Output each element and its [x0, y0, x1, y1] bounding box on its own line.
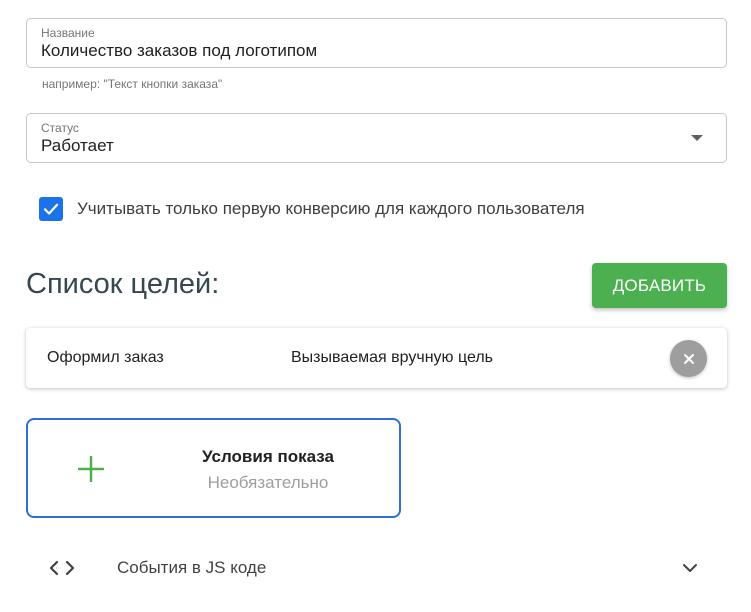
conditions-subtitle: Необязательно [207, 473, 329, 492]
display-conditions-card[interactable]: Условия показа Необязательно [26, 418, 401, 518]
status-select[interactable]: Статус Работает [26, 113, 727, 163]
name-field-label: Название [41, 26, 95, 40]
code-icon [49, 560, 75, 576]
name-field[interactable]: Название [26, 18, 727, 68]
first-conversion-label: Учитывать только первую конверсию для ка… [77, 199, 585, 218]
goals-title: Список целей: [26, 268, 220, 300]
js-events-label: События в JS коде [117, 558, 267, 577]
goal-name: Оформил заказ [47, 349, 164, 366]
goal-type: Вызываемая вручную цель [291, 349, 493, 366]
checkmark-icon [43, 203, 59, 215]
first-conversion-checkbox-row[interactable]: Учитывать только первую конверсию для ка… [39, 196, 585, 222]
js-events-expander[interactable]: События в JS коде [26, 548, 727, 588]
close-icon [683, 353, 694, 364]
status-field-label: Статус [41, 121, 79, 135]
goal-item: Оформил заказ Вызываемая вручную цель [26, 328, 727, 388]
first-conversion-checkbox[interactable] [39, 197, 63, 221]
remove-goal-button[interactable] [670, 340, 707, 377]
chevron-down-icon[interactable] [681, 560, 699, 576]
plus-icon [78, 456, 104, 482]
name-input[interactable] [41, 41, 681, 61]
status-value: Работает [41, 136, 114, 155]
add-goal-button[interactable]: ДОБАВИТЬ [592, 263, 727, 308]
conditions-title: Условия показа [202, 447, 334, 466]
dropdown-arrow-icon[interactable] [691, 135, 703, 141]
name-hint: например: "Текст кнопки заказа" [42, 77, 223, 91]
